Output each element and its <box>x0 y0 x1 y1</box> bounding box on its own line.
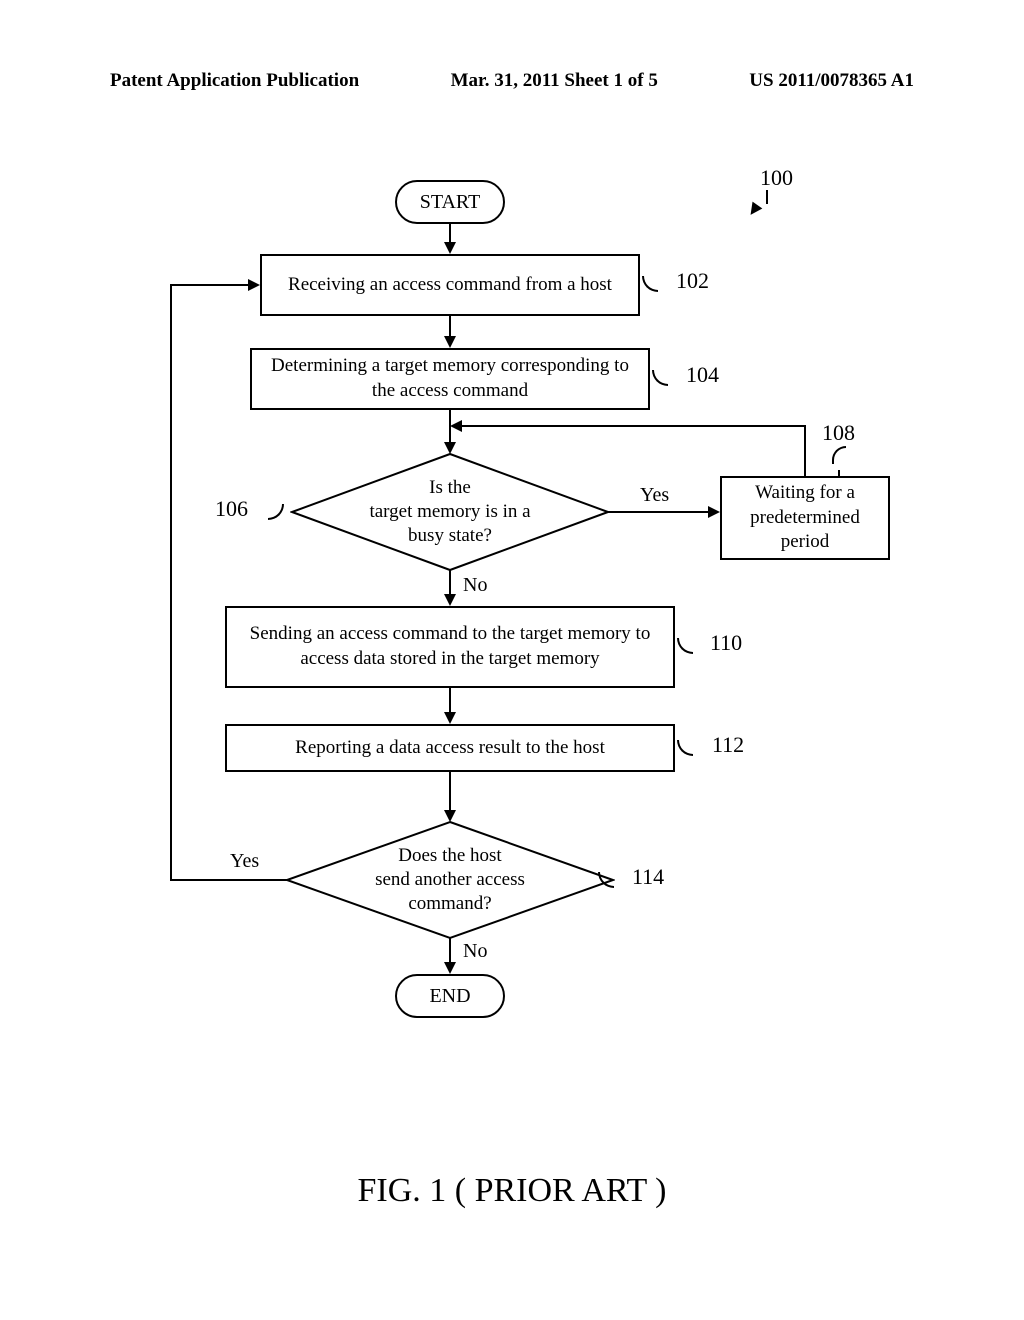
end-text: END <box>429 983 470 1009</box>
start-text: START <box>420 189 481 215</box>
ref-100-arrow <box>746 202 763 219</box>
header-right: US 2011/0078365 A1 <box>749 70 914 92</box>
arrow-114-yes-v <box>170 284 172 881</box>
arrow-110-112 <box>449 688 451 714</box>
arrow-102-104-head <box>444 336 456 348</box>
ref-104: 104 <box>686 362 719 388</box>
arrow-102-104 <box>449 316 451 338</box>
ref-112-hook <box>677 740 693 756</box>
step-102-text: Receiving an access command from a host <box>288 273 612 298</box>
no-106: No <box>463 574 487 597</box>
decision-114-text: Does the host send another access comman… <box>375 844 525 915</box>
ref-114: 114 <box>632 864 664 890</box>
arrow-106-108 <box>608 511 708 513</box>
start-terminal: START <box>395 180 505 224</box>
ref-102: 102 <box>676 268 709 294</box>
ref-100-line <box>766 190 768 204</box>
page-header: Patent Application Publication Mar. 31, … <box>110 70 914 92</box>
decision-106-text: Is the target memory is in a busy state? <box>369 476 530 547</box>
figure-caption: FIG. 1 ( PRIOR ART ) <box>0 1172 1024 1210</box>
yes-114: Yes <box>230 850 259 873</box>
step-102: Receiving an access command from a host <box>260 254 640 316</box>
ref-106: 106 <box>215 496 248 522</box>
arrow-114-yes-head <box>248 279 260 291</box>
arrow-114-yes-h2 <box>170 284 248 286</box>
ref-110-hook <box>677 638 693 654</box>
arrow-106-110 <box>449 570 451 596</box>
ref-102-hook <box>642 276 658 292</box>
header-left: Patent Application Publication <box>110 70 359 92</box>
ref-110: 110 <box>710 630 742 656</box>
step-108-text: Waiting for a predetermined period <box>734 481 876 555</box>
step-110-text: Sending an access command to the target … <box>239 622 661 671</box>
ref-108-tick <box>838 470 840 476</box>
decision-106: Is the target memory is in a busy state? <box>290 452 610 572</box>
ref-106-hook <box>268 504 284 520</box>
ref-104-hook <box>652 370 668 386</box>
arrow-108-up-v <box>804 426 806 476</box>
arrow-114-end <box>449 938 451 964</box>
arrow-110-112-head <box>444 712 456 724</box>
arrow-106-110-head <box>444 594 456 606</box>
step-112: Reporting a data access result to the ho… <box>225 724 675 772</box>
decision-114: Does the host send another access comman… <box>285 820 615 940</box>
step-104-text: Determining a target memory correspondin… <box>264 354 636 403</box>
arrow-108-up-h <box>462 425 806 427</box>
header-center: Mar. 31, 2011 Sheet 1 of 5 <box>451 70 658 92</box>
ref-112: 112 <box>712 732 744 758</box>
step-108: Waiting for a predetermined period <box>720 476 890 560</box>
ref-108-hook <box>832 446 846 464</box>
arrow-start-102-head <box>444 242 456 254</box>
ref-108: 108 <box>822 420 855 446</box>
yes-106: Yes <box>640 484 669 507</box>
ref-100: 100 <box>760 165 793 191</box>
arrow-114-yes-h1 <box>170 879 287 881</box>
arrow-114-end-head <box>444 962 456 974</box>
no-114: No <box>463 940 487 963</box>
flowchart: 100 START Receiving an access command fr… <box>0 150 1024 1150</box>
step-110: Sending an access command to the target … <box>225 606 675 688</box>
end-terminal: END <box>395 974 505 1018</box>
arrow-108-up-head <box>450 420 462 432</box>
arrow-106-108-head <box>708 506 720 518</box>
arrow-112-114 <box>449 772 451 812</box>
arrow-start-102 <box>449 224 451 244</box>
step-104: Determining a target memory correspondin… <box>250 348 650 410</box>
step-112-text: Reporting a data access result to the ho… <box>295 736 605 761</box>
